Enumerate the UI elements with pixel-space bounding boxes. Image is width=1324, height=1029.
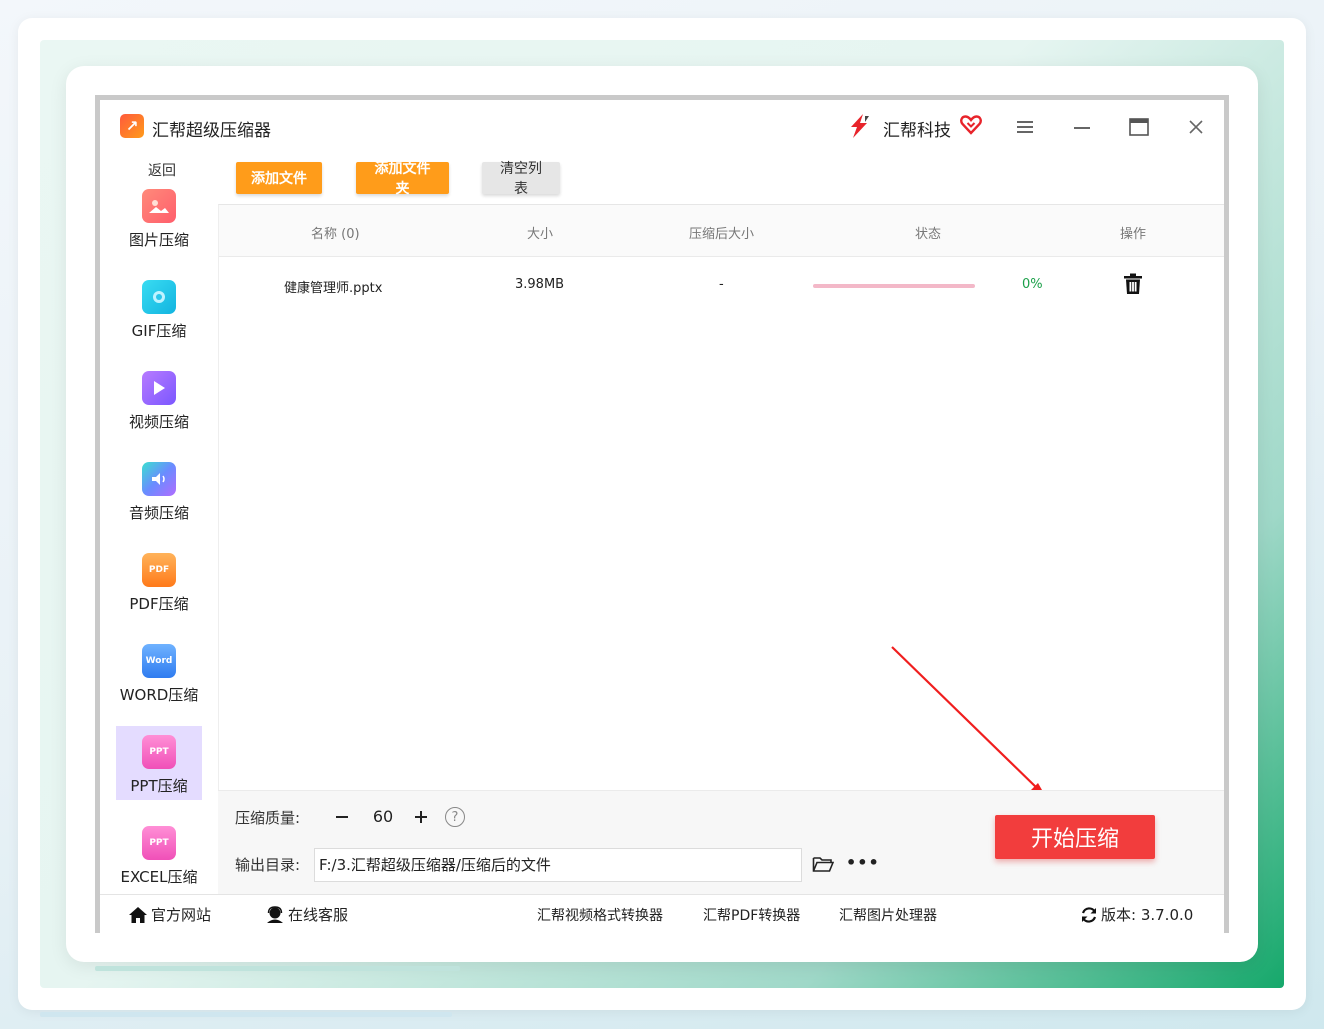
sidebar-item-label: EXCEL压缩 [120, 868, 198, 886]
sidebar-item-video[interactable]: 视频压缩 [116, 362, 202, 436]
app-title: 汇帮超级压缩器 [152, 121, 271, 141]
minus-icon [336, 816, 348, 818]
decorative-line [95, 966, 460, 971]
column-header-action[interactable]: 操作 [1120, 223, 1146, 242]
table-header: 名称 (0) 大小 压缩后大小 状态 操作 [219, 205, 1224, 257]
column-header-name[interactable]: 名称 (0) [311, 223, 360, 242]
image-icon [142, 189, 176, 223]
close-icon [1189, 120, 1203, 134]
sidebar-item-label: PPT压缩 [130, 777, 188, 795]
sidebar-item-image[interactable]: 图片压缩 [116, 180, 202, 254]
annotation-arrow [891, 646, 1046, 797]
column-header-compressed-size[interactable]: 压缩后大小 [689, 223, 754, 242]
back-link[interactable]: 返回 [148, 160, 176, 180]
app-window: ↗ 汇帮超级压缩器 汇帮科技 返回 图片压缩 GIF压缩 视频压缩 音频压缩 P… [95, 95, 1229, 933]
version-info[interactable]: 版本: 3.7.0.0 [1080, 904, 1193, 925]
output-path-field[interactable]: F:/3.汇帮超级压缩器/压缩后的文件 [314, 848, 802, 882]
sidebar-item-label: 音频压缩 [128, 504, 189, 522]
sidebar-item-label: 图片压缩 [128, 231, 189, 249]
footer: 官方网站 在线客服 汇帮视频格式转换器 汇帮PDF转换器 汇帮图片处理器 版本:… [100, 894, 1224, 933]
word-icon: Word [142, 644, 176, 678]
sidebar-item-ppt[interactable]: PPT PPT压缩 [116, 726, 202, 800]
plus-icon [415, 811, 427, 823]
brand-name: 汇帮科技 [883, 121, 951, 141]
settings-panel: 压缩质量: 60 ? 输出目录: F:/3.汇帮超级压缩器/压缩后的文件 •••… [218, 790, 1224, 894]
gif-icon [142, 280, 176, 314]
sidebar-item-word[interactable]: Word WORD压缩 [116, 635, 202, 709]
quality-label: 压缩质量: [235, 809, 301, 827]
progress-bar [813, 284, 975, 288]
sidebar-item-excel[interactable]: PPT EXCEL压缩 [116, 817, 202, 891]
title-bar: ↗ 汇帮超级压缩器 汇帮科技 [100, 100, 1224, 156]
pdf-icon: PDF [142, 553, 176, 587]
brand-logo-icon [851, 114, 869, 138]
sidebar-item-label: PDF压缩 [129, 595, 189, 613]
customer-service-icon [267, 905, 283, 923]
more-options-icon[interactable]: ••• [846, 853, 880, 872]
sidebar-item-gif[interactable]: GIF压缩 [116, 271, 202, 345]
sidebar-item-label: WORD压缩 [119, 686, 199, 704]
maximize-icon [1129, 118, 1149, 136]
minimize-icon [1074, 127, 1090, 129]
hamburger-menu-icon [1017, 121, 1033, 133]
file-name: 健康管理师.pptx [284, 281, 383, 296]
add-folder-button[interactable]: 添加文件夹 [356, 161, 449, 197]
column-header-size[interactable]: 大小 [527, 223, 553, 242]
column-header-status[interactable]: 状态 [915, 223, 941, 242]
excel-icon: PPT [142, 826, 176, 860]
quality-increase-button[interactable] [409, 805, 433, 829]
quality-value[interactable]: 60 [368, 807, 398, 826]
official-website-label: 官方网站 [151, 906, 212, 924]
pdf-converter-link[interactable]: 汇帮PDF转换器 [703, 905, 800, 925]
sidebar-item-audio[interactable]: 音频压缩 [116, 453, 202, 527]
start-compress-button[interactable]: 开始压缩 [995, 815, 1155, 859]
sidebar-item-label: GIF压缩 [131, 322, 187, 340]
add-file-button[interactable]: 添加文件 [236, 162, 322, 194]
official-website-link[interactable]: 官方网站 [128, 904, 211, 925]
audio-icon [142, 462, 176, 496]
folder-open-icon[interactable] [812, 853, 834, 875]
table-row[interactable]: 健康管理师.pptx 3.98MB - 0% [219, 257, 1224, 313]
output-label: 输出目录: [235, 856, 301, 874]
ppt-tag: PPT [149, 747, 169, 757]
ppt-icon: PPT [142, 735, 176, 769]
minimize-button[interactable] [1067, 112, 1097, 142]
quality-decrease-button[interactable] [330, 805, 354, 829]
refresh-icon [1081, 906, 1097, 923]
video-icon [142, 371, 176, 405]
maximize-button[interactable] [1124, 112, 1154, 142]
app-logo-icon: ↗ [120, 114, 144, 138]
online-support-label: 在线客服 [288, 906, 349, 924]
word-tag: Word [145, 656, 173, 666]
file-size: 3.98MB [515, 277, 565, 292]
compressed-size: - [719, 277, 724, 292]
progress-percent: 0% [1022, 277, 1043, 292]
help-icon[interactable]: ? [445, 807, 465, 827]
video-converter-link[interactable]: 汇帮视频格式转换器 [537, 905, 663, 925]
image-processor-link[interactable]: 汇帮图片处理器 [839, 905, 937, 925]
clear-list-button[interactable]: 清空列表 [482, 161, 560, 197]
vip-heart-icon[interactable] [960, 114, 982, 136]
home-icon [129, 906, 147, 923]
sidebar-item-label: 视频压缩 [128, 413, 189, 431]
menu-button[interactable] [1010, 112, 1040, 142]
pdf-tag: PDF [148, 565, 170, 575]
sidebar: 返回 图片压缩 GIF压缩 视频压缩 音频压缩 PDF PDF压缩 Word W… [100, 156, 218, 886]
version-label: 版本: 3.7.0.0 [1101, 906, 1194, 924]
delete-icon[interactable] [1122, 273, 1144, 295]
sidebar-item-pdf[interactable]: PDF PDF压缩 [116, 544, 202, 618]
file-list: 名称 (0) 大小 压缩后大小 状态 操作 健康管理师.pptx 3.98MB … [218, 204, 1224, 790]
close-button[interactable] [1181, 112, 1211, 142]
decorative-line [40, 1012, 452, 1017]
ppt-tag: PPT [149, 838, 169, 848]
online-support-link[interactable]: 在线客服 [265, 904, 348, 925]
